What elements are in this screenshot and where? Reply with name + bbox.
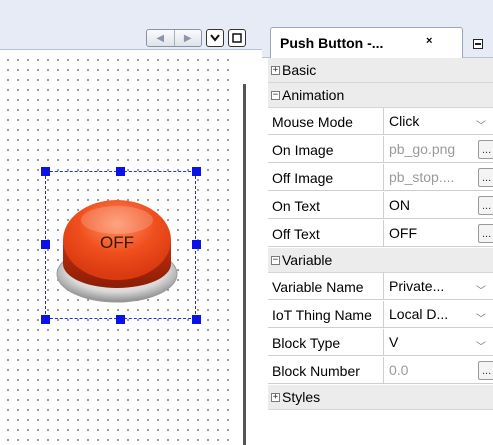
arrow-left-icon: ◀ (156, 32, 165, 44)
property-value: pb_go.png (389, 141, 456, 157)
property-value: V (389, 334, 399, 350)
property-name: IoT Thing Name (268, 301, 384, 328)
property-value: 0.0 (389, 362, 409, 378)
property-row-variable-name[interactable]: Variable Name Private... ﹀ (268, 273, 493, 301)
property-value: ON (389, 197, 410, 213)
edit-button[interactable]: ... (478, 224, 493, 243)
property-value: pb_stop.... (389, 169, 455, 185)
maximize-button[interactable] (228, 29, 246, 47)
property-name: On Image (268, 136, 384, 163)
edit-button[interactable]: ... (478, 196, 493, 215)
tab-title: Push Button -... (280, 35, 384, 51)
property-name: Block Number (268, 357, 384, 384)
property-name: Block Type (268, 329, 384, 356)
on-image-field[interactable]: pb_go.png ... (384, 136, 493, 163)
property-value: OFF (389, 225, 417, 241)
minimize-icon[interactable] (473, 39, 483, 49)
category-label: Basic (282, 62, 317, 78)
off-text-field[interactable]: OFF ... (384, 220, 493, 247)
page-navigation: ◀ ▶ (146, 29, 202, 47)
resize-handle-bottom[interactable] (116, 315, 125, 324)
variable-name-select[interactable]: Private... ﹀ (384, 273, 493, 300)
browse-button[interactable]: ... (478, 140, 493, 159)
property-name: Variable Name (268, 273, 384, 300)
property-row-on-text[interactable]: On Text ON ... (268, 192, 493, 220)
expand-icon[interactable]: + (271, 393, 280, 402)
edit-button[interactable]: ... (478, 361, 493, 380)
browse-button[interactable]: ... (478, 168, 493, 187)
block-number-field[interactable]: 0.0 ... (384, 357, 493, 384)
close-icon[interactable]: × (426, 35, 432, 47)
collapse-icon[interactable]: − (271, 91, 280, 100)
property-name: Off Text (268, 220, 384, 247)
tab-push-button[interactable]: Push Button -... × (270, 27, 463, 59)
chevron-down-icon[interactable]: ﹀ (476, 310, 486, 325)
canvas-scrollbar[interactable] (243, 84, 246, 445)
property-row-off-text[interactable]: Off Text OFF ... (268, 220, 493, 248)
push-button-widget[interactable]: OFF (55, 180, 185, 310)
chevron-down-icon[interactable]: ﹀ (476, 282, 486, 297)
previous-page-button[interactable]: ◀ (147, 30, 174, 46)
expand-icon[interactable]: + (271, 66, 280, 75)
property-value: Local D... (389, 306, 449, 322)
canvas-margin (232, 51, 262, 445)
category-label: Variable (282, 252, 333, 268)
resize-handle-top-right[interactable] (192, 167, 201, 176)
property-name: Off Image (268, 164, 384, 191)
property-row-block-type[interactable]: Block Type V ﹀ (268, 329, 493, 357)
off-image-field[interactable]: pb_stop.... ... (384, 164, 493, 191)
iot-thing-name-select[interactable]: Local D... ﹀ (384, 301, 493, 328)
property-row-block-number[interactable]: Block Number 0.0 ... (268, 357, 493, 385)
block-type-select[interactable]: V ﹀ (384, 329, 493, 356)
property-grid: + Basic − Animation Mouse Mode Click ﹀ O… (268, 58, 493, 445)
property-name: On Text (268, 192, 384, 219)
category-label: Animation (282, 87, 345, 103)
property-row-off-image[interactable]: Off Image pb_stop.... ... (268, 164, 493, 192)
resize-handle-top[interactable] (116, 167, 125, 176)
maximize-icon (232, 33, 242, 43)
collapse-icon[interactable]: − (271, 256, 280, 265)
property-row-on-image[interactable]: On Image pb_go.png ... (268, 136, 493, 164)
resize-handle-bottom-left[interactable] (41, 315, 50, 324)
next-page-button[interactable]: ▶ (173, 30, 202, 46)
resize-handle-right[interactable] (192, 240, 201, 249)
category-variable[interactable]: − Variable (268, 248, 493, 273)
category-styles[interactable]: + Styles (268, 385, 493, 410)
mouse-mode-select[interactable]: Click ﹀ (384, 108, 493, 135)
resize-handle-bottom-right[interactable] (192, 315, 201, 324)
resize-handle-left[interactable] (41, 240, 50, 249)
property-name: Mouse Mode (268, 108, 384, 135)
property-row-mouse-mode[interactable]: Mouse Mode Click ﹀ (268, 108, 493, 136)
category-label: Styles (282, 389, 321, 405)
category-basic[interactable]: + Basic (268, 58, 493, 83)
dropdown-menu-button[interactable] (206, 29, 224, 47)
chevron-down-icon[interactable]: ﹀ (476, 117, 486, 132)
chevron-down-icon (210, 34, 220, 42)
push-button-label: OFF (100, 233, 134, 252)
chevron-down-icon[interactable]: ﹀ (476, 338, 486, 353)
property-value: Private... (389, 278, 445, 294)
property-value: Click (389, 113, 420, 129)
property-row-iot-thing-name[interactable]: IoT Thing Name Local D... ﹀ (268, 301, 493, 329)
on-text-field[interactable]: ON ... (384, 192, 493, 219)
arrow-right-icon: ▶ (183, 32, 192, 44)
resize-handle-top-left[interactable] (41, 167, 50, 176)
category-animation[interactable]: − Animation (268, 83, 493, 108)
